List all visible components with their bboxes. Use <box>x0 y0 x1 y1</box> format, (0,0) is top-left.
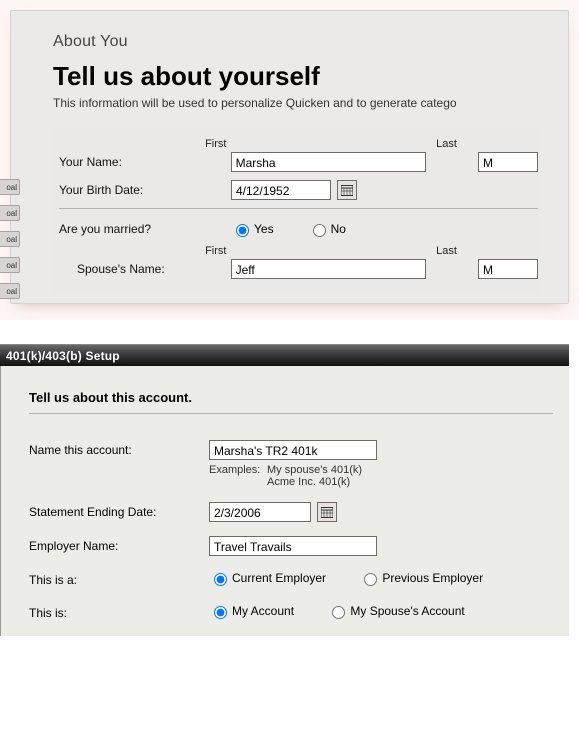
side-goal-tab[interactable]: oal <box>0 205 20 221</box>
last-name-input[interactable] <box>478 152 538 172</box>
side-goal-tab[interactable]: oal <box>0 283 20 299</box>
setup-401k-window: 401(k)/403(b) Setup Tell us about this a… <box>0 344 569 636</box>
window-titlebar: 401(k)/403(b) Setup <box>0 344 569 366</box>
col-header-first: First <box>205 245 392 257</box>
divider <box>29 413 553 414</box>
spouse-account-option[interactable]: My Spouse's Account <box>327 603 464 619</box>
calendar-icon[interactable] <box>337 180 357 200</box>
married-yes-radio[interactable] <box>236 224 249 237</box>
side-tabs: oal oal oal oal oal <box>0 179 20 299</box>
this-is-label: This is: <box>29 603 209 620</box>
current-employer-radio[interactable] <box>214 573 227 586</box>
about-you-panel: oal oal oal oal oal About You Tell us ab… <box>10 10 569 304</box>
page-title: Tell us about yourself <box>53 61 538 92</box>
spouse-name-label: Spouse's Name: <box>59 262 231 276</box>
previous-employer-radio[interactable] <box>364 573 377 586</box>
married-no-option[interactable]: No <box>308 221 346 237</box>
first-name-input[interactable] <box>231 152 427 172</box>
birth-date-input[interactable] <box>231 180 331 200</box>
birth-date-label: Your Birth Date: <box>59 183 231 197</box>
employer-name-label: Employer Name: <box>29 536 209 553</box>
page-subtitle: This information will be used to persona… <box>53 96 538 110</box>
breadcrumb: About You <box>53 33 538 51</box>
examples-label: Examples: <box>209 464 267 488</box>
col-header-last: Last <box>436 138 538 150</box>
my-account-text: My Account <box>232 604 294 618</box>
statement-date-label: Statement Ending Date: <box>29 502 209 519</box>
side-goal-tab[interactable]: oal <box>0 257 20 273</box>
statement-date-input[interactable] <box>209 502 311 522</box>
window-title: 401(k)/403(b) Setup <box>6 349 120 363</box>
married-yes-label: Yes <box>254 222 274 236</box>
account-name-input[interactable] <box>209 440 377 460</box>
my-account-radio[interactable] <box>214 606 227 619</box>
spouse-first-input[interactable] <box>231 259 427 279</box>
previous-employer-text: Previous Employer <box>382 571 483 585</box>
calendar-icon[interactable] <box>317 502 337 522</box>
current-employer-text: Current Employer <box>232 571 326 585</box>
col-header-first: First <box>205 138 392 150</box>
account-name-label: Name this account: <box>29 440 209 457</box>
divider <box>59 208 538 209</box>
married-no-radio[interactable] <box>313 224 326 237</box>
your-name-label: Your Name: <box>59 155 231 169</box>
my-account-option[interactable]: My Account <box>209 603 294 619</box>
spouse-last-input[interactable] <box>478 259 538 279</box>
married-no-label: No <box>331 222 346 236</box>
employer-name-input[interactable] <box>209 536 377 556</box>
spouse-account-text: My Spouse's Account <box>350 604 464 618</box>
example-text-1: My spouse's 401(k) <box>267 464 362 476</box>
previous-employer-option[interactable]: Previous Employer <box>359 570 483 586</box>
married-label: Are you married? <box>59 222 231 236</box>
side-goal-tab[interactable]: oal <box>0 179 20 195</box>
spouse-account-radio[interactable] <box>332 606 345 619</box>
side-goal-tab[interactable]: oal <box>0 231 20 247</box>
setup-heading: Tell us about this account. <box>29 390 553 405</box>
this-is-a-label: This is a: <box>29 570 209 587</box>
married-yes-option[interactable]: Yes <box>231 221 274 237</box>
col-header-last: Last <box>436 245 538 257</box>
example-text-2: Acme Inc. 401(k) <box>267 476 362 488</box>
current-employer-option[interactable]: Current Employer <box>209 570 326 586</box>
